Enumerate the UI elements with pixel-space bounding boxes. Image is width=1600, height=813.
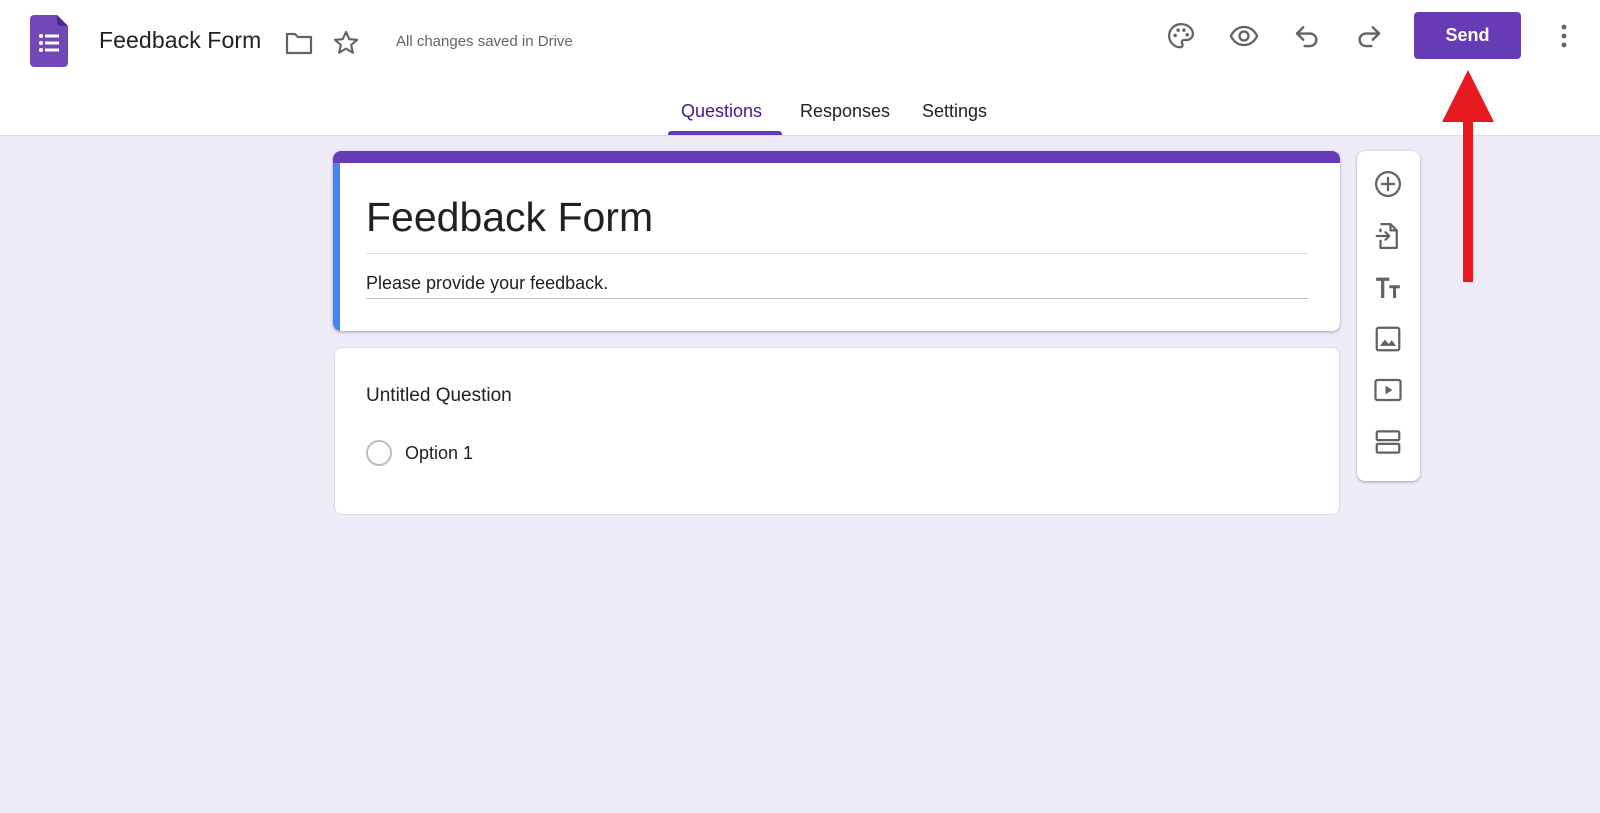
send-button[interactable]: Send [1414,12,1521,59]
question-card[interactable]: Untitled Question Option 1 [334,347,1340,515]
add-image-icon[interactable] [1371,322,1405,356]
description-underline [366,298,1308,299]
tab-questions[interactable]: Questions [681,101,762,122]
app-header: Feedback Form All changes saved in Drive [0,0,1600,136]
google-forms-logo[interactable] [30,15,68,67]
radio-option-1[interactable] [366,440,392,466]
form-title[interactable]: Feedback Form [366,194,653,241]
document-title[interactable]: Feedback Form [99,27,261,54]
form-tabs: Questions Responses Settings [0,90,1600,136]
folder-icon[interactable] [283,27,315,59]
card-focus-bar [333,163,340,331]
add-question-icon[interactable] [1371,167,1405,201]
add-section-icon[interactable] [1371,425,1405,459]
tab-settings[interactable]: Settings [922,101,987,122]
question-toolbar [1357,151,1420,481]
card-accent-bar [333,151,1340,163]
option-label[interactable]: Option 1 [405,443,473,464]
palette-icon[interactable] [1165,20,1197,52]
title-divider [366,253,1308,254]
redo-icon[interactable] [1353,20,1385,52]
add-video-icon[interactable] [1371,373,1405,407]
question-title[interactable]: Untitled Question [366,385,512,407]
eye-icon[interactable] [1228,20,1260,52]
import-questions-icon[interactable] [1371,219,1405,253]
active-tab-indicator [668,131,782,135]
undo-icon[interactable] [1291,20,1323,52]
add-title-icon[interactable] [1371,271,1405,305]
more-vert-icon[interactable] [1548,20,1580,52]
save-status: All changes saved in Drive [396,33,573,50]
tab-responses[interactable]: Responses [800,101,890,122]
star-icon[interactable] [330,27,362,59]
red-arrow-annotation [1442,70,1494,282]
form-title-card[interactable]: Feedback Form Please provide your feedba… [333,151,1340,331]
form-description[interactable]: Please provide your feedback. [366,273,608,294]
